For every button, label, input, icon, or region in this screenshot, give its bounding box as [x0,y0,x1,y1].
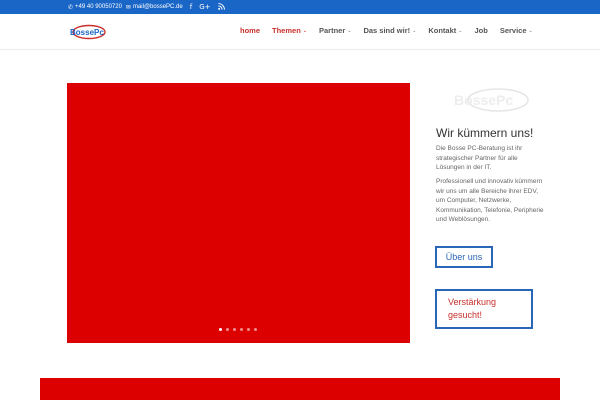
nav-themen-label: Themen [272,26,301,35]
job-openings-line1: Verstärkung [448,297,497,307]
svg-text:BossePc: BossePc [454,92,513,108]
nav-das-sind-wir-label: Das sind wir! [363,26,411,35]
job-openings-line2: gesucht! [448,310,483,320]
nav-themen[interactable]: Themen ⌄ [272,26,307,35]
site-header: BossePc home Themen ⌄ Partner ⌄ Das sind w… [0,14,600,50]
sidebar-intro-text: Die Bosse PC-Beratung ist ihr strategisc… [436,145,523,171]
nav-kontakt[interactable]: Kontakt ⌄ [428,26,462,35]
main-navigation: home Themen ⌄ Partner ⌄ Das sind wir! ⌄ Kon… [240,26,545,35]
chevron-down-icon: ⌄ [302,27,307,34]
google-plus-icon[interactable]: G+ [199,3,210,11]
slider-dot[interactable] [240,328,243,331]
slider-dot[interactable] [226,328,229,331]
nav-job[interactable]: Job [474,26,487,35]
slider-dot[interactable] [219,328,222,331]
hero-slider[interactable] [67,83,410,343]
slider-dot[interactable] [233,328,236,331]
chevron-down-icon: ⌄ [458,27,463,34]
facebook-icon[interactable]: f [190,3,192,11]
svg-text:BossePc: BossePc [70,28,104,37]
footer-banner [40,378,560,400]
mail-icon: ✉ [125,4,131,11]
nav-service-label: Service [499,26,527,35]
chevron-down-icon: ⌄ [412,27,417,34]
sidebar-description-text: Professionell und innovativ kümmern wir … [436,178,544,223]
chevron-down-icon: ⌄ [347,27,352,34]
site-logo[interactable]: BossePc [68,24,106,40]
top-bar: ✆ +49 40 90050720 ✉ mail@bossePC.de f G+ [0,0,600,14]
nav-home-label: home [240,26,261,35]
sidebar-heading: Wir kümmern uns! [436,126,534,140]
about-us-button[interactable]: Über uns [435,246,493,268]
nav-partner-label: Partner [318,26,346,35]
nav-service[interactable]: Service ⌄ [500,26,533,35]
sidebar-logo-watermark: BossePc [452,86,532,114]
nav-home[interactable]: home [240,26,260,35]
chevron-down-icon: ⌄ [528,27,533,34]
nav-das-sind-wir[interactable]: Das sind wir! ⌄ [363,26,416,35]
email-address: mail@bossePC.de [132,4,183,10]
phone-contact[interactable]: ✆ +49 40 90050720 [68,4,122,11]
slider-dot[interactable] [254,328,257,331]
job-openings-button[interactable]: Verstärkung gesucht! [435,289,533,329]
phone-icon: ✆ [68,4,74,11]
slider-pagination [219,328,257,331]
nav-partner[interactable]: Partner ⌄ [319,26,351,35]
nav-job-label: Job [474,26,488,35]
phone-number: +49 40 90050720 [75,4,122,10]
rss-icon[interactable] [217,2,225,12]
slider-dot[interactable] [247,328,250,331]
nav-kontakt-label: Kontakt [428,26,457,35]
email-contact[interactable]: ✉ mail@bossePC.de [126,4,183,11]
